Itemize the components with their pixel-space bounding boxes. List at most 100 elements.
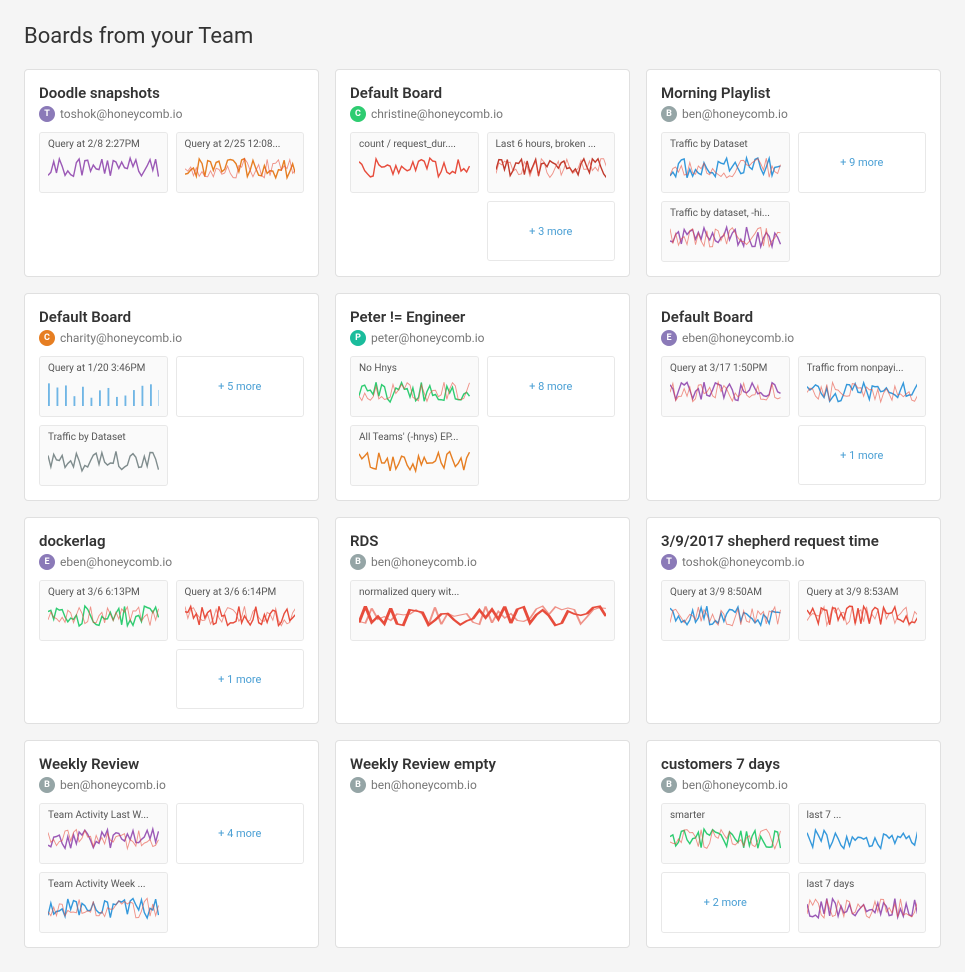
- board-content: Query at 3/6 6:13PM Query at 3/6 6:14PM + …: [39, 580, 304, 709]
- board-owner: Eeben@honeycomb.io: [661, 330, 926, 346]
- board-header: Doodle snapshots Ttoshok@honeycomb.io: [39, 84, 304, 122]
- chart-tile[interactable]: Team Activity Week ...: [39, 872, 168, 933]
- chart-tile[interactable]: Query at 3/17 1:50PM: [661, 356, 790, 417]
- sparkline-chart: [670, 825, 781, 853]
- board-name: Doodle snapshots: [39, 84, 304, 102]
- more-badge-bottom[interactable]: + 1 more: [176, 649, 305, 709]
- board-owner: Bben@honeycomb.io: [661, 106, 926, 122]
- chart-label: No Hnys: [359, 363, 470, 374]
- owner-email: peter@honeycomb.io: [371, 331, 485, 345]
- board-card-doodle-snapshots[interactable]: Doodle snapshots Ttoshok@honeycomb.io Quer…: [24, 69, 319, 277]
- board-card-default-board-1[interactable]: Default BoardCchristine@honeycomb.io coun…: [335, 69, 630, 277]
- more-badge[interactable]: + 2 more: [661, 872, 790, 933]
- board-card-default-board-2[interactable]: Default BoardCcharity@honeycomb.ioQuery …: [24, 293, 319, 501]
- board-owner: Ttoshok@honeycomb.io: [661, 554, 926, 570]
- sparkline-chart: [670, 154, 781, 182]
- board-owner: Bben@honeycomb.io: [661, 777, 926, 793]
- board-card-customers-7-days[interactable]: customers 7 daysBben@honeycomb.io smarter…: [646, 740, 941, 948]
- board-header: Peter != EngineerPpeter@honeycomb.io: [350, 308, 615, 346]
- board-name: Default Board: [661, 308, 926, 326]
- board-content: Team Activity Last W...+ 4 more Team Acti…: [39, 803, 304, 933]
- chart-tile[interactable]: Query at 3/6 6:14PM: [176, 580, 305, 641]
- chart-tile[interactable]: Traffic by Dataset: [661, 132, 790, 193]
- chart-label: Query at 3/9 8:50AM: [670, 587, 781, 598]
- sparkline-chart: [48, 894, 159, 922]
- board-name: 3/9/2017 shepherd request time: [661, 532, 926, 550]
- avatar: T: [661, 554, 677, 570]
- owner-email: charity@honeycomb.io: [60, 331, 182, 345]
- more-badge[interactable]: + 5 more: [176, 356, 305, 417]
- page-title: Boards from your Team: [24, 24, 941, 49]
- chart-tile[interactable]: last 7 ...: [798, 803, 927, 864]
- owner-email: ben@honeycomb.io: [682, 778, 788, 792]
- board-name: dockerlag: [39, 532, 304, 550]
- chart-label: Query at 2/25 12:08...: [185, 139, 296, 150]
- chart-label: Team Activity Week ...: [48, 879, 159, 890]
- chart-label: Query at 3/6 6:14PM: [185, 587, 296, 598]
- board-header: Default BoardCchristine@honeycomb.io: [350, 84, 615, 122]
- chart-tile[interactable]: Query at 2/8 2:27PM: [39, 132, 168, 193]
- board-owner: Ccharity@honeycomb.io: [39, 330, 304, 346]
- more-badge-bottom[interactable]: + 1 more: [798, 425, 927, 485]
- board-content: No Hnys + 8 moreAll Teams' (-hnys) EP...: [350, 356, 615, 486]
- owner-email: eben@honeycomb.io: [60, 555, 172, 569]
- board-content: Query at 3/17 1:50PMTraffic from nonpayi…: [661, 356, 926, 485]
- more-badge[interactable]: + 4 more: [176, 803, 305, 864]
- sparkline-chart: [48, 378, 159, 406]
- sparkline-chart: [359, 154, 470, 182]
- chart-tile[interactable]: Team Activity Last W...: [39, 803, 168, 864]
- board-header: RDSBben@honeycomb.io: [350, 532, 615, 570]
- board-card-rds[interactable]: RDSBben@honeycomb.io normalized query wit…: [335, 517, 630, 724]
- chart-tile[interactable]: Query at 2/25 12:08...: [176, 132, 305, 193]
- board-card-peter-engineer[interactable]: Peter != EngineerPpeter@honeycomb.io No H…: [335, 293, 630, 501]
- board-card-dockerlag[interactable]: dockerlag Eeben@honeycomb.io Query at 3/6 …: [24, 517, 319, 724]
- board-owner: Bben@honeycomb.io: [39, 777, 304, 793]
- more-badge-bottom[interactable]: + 3 more: [487, 201, 616, 261]
- board-content: Traffic by Dataset+ 9 more Traffic by dat…: [661, 132, 926, 262]
- sparkline-chart: [48, 447, 159, 475]
- more-badge[interactable]: + 8 more: [487, 356, 616, 417]
- board-content: Query at 1/20 3:46PM+ 5 moreTraffic by D…: [39, 356, 304, 486]
- chart-tile[interactable]: No Hnys: [350, 356, 479, 417]
- avatar: B: [661, 106, 677, 122]
- chart-label: Traffic by dataset, -hi...: [670, 208, 781, 219]
- board-header: Weekly Review emptyBben@honeycomb.io: [350, 755, 615, 793]
- sparkline-chart: [670, 378, 781, 406]
- chart-tile[interactable]: Query at 3/9 8:53AM: [798, 580, 927, 641]
- chart-tile[interactable]: normalized query wit...: [350, 580, 615, 641]
- chart-tile[interactable]: smarter: [661, 803, 790, 864]
- board-header: Morning PlaylistBben@honeycomb.io: [661, 84, 926, 122]
- sparkline-chart: [359, 447, 470, 475]
- owner-email: toshok@honeycomb.io: [682, 555, 804, 569]
- chart-tile[interactable]: Query at 3/6 6:13PM: [39, 580, 168, 641]
- chart-tile[interactable]: Traffic by Dataset: [39, 425, 168, 486]
- chart-tile[interactable]: Traffic from nonpayi...: [798, 356, 927, 417]
- board-header: customers 7 daysBben@honeycomb.io: [661, 755, 926, 793]
- chart-tile[interactable]: Traffic by dataset, -hi...: [661, 201, 790, 262]
- chart-tile[interactable]: All Teams' (-hnys) EP...: [350, 425, 479, 486]
- chart-tile[interactable]: Query at 3/9 8:50AM: [661, 580, 790, 641]
- sparkline-chart: [48, 602, 159, 630]
- sparkline-chart: [496, 154, 607, 182]
- chart-tile[interactable]: last 7 days: [798, 872, 927, 933]
- board-card-default-board-3[interactable]: Default Board Eeben@honeycomb.io Query at …: [646, 293, 941, 501]
- board-card-shepherd-request-time[interactable]: 3/9/2017 shepherd request time Ttoshok@ho…: [646, 517, 941, 724]
- chart-tile[interactable]: Last 6 hours, broken ...: [487, 132, 616, 193]
- sparkline-chart: [807, 894, 918, 922]
- board-card-weekly-review-empty[interactable]: Weekly Review emptyBben@honeycomb.io: [335, 740, 630, 948]
- board-owner: Eeben@honeycomb.io: [39, 554, 304, 570]
- chart-tile[interactable]: count / request_dur....: [350, 132, 479, 193]
- chart-label: last 7 days: [807, 879, 918, 890]
- board-card-morning-playlist[interactable]: Morning PlaylistBben@honeycomb.io Traffic…: [646, 69, 941, 277]
- chart-label: smarter: [670, 810, 781, 821]
- board-card-weekly-review[interactable]: Weekly ReviewBben@honeycomb.ioTeam Activ…: [24, 740, 319, 948]
- chart-label: Last 6 hours, broken ...: [496, 139, 607, 150]
- chart-tile[interactable]: Query at 1/20 3:46PM: [39, 356, 168, 417]
- owner-email: ben@honeycomb.io: [371, 778, 477, 792]
- boards-grid: Doodle snapshots Ttoshok@honeycomb.io Quer…: [24, 69, 941, 948]
- more-badge[interactable]: + 9 more: [798, 132, 927, 193]
- chart-label: Query at 3/9 8:53AM: [807, 587, 918, 598]
- board-owner: Ttoshok@honeycomb.io: [39, 106, 304, 122]
- avatar: C: [39, 330, 55, 346]
- board-owner: Cchristine@honeycomb.io: [350, 106, 615, 122]
